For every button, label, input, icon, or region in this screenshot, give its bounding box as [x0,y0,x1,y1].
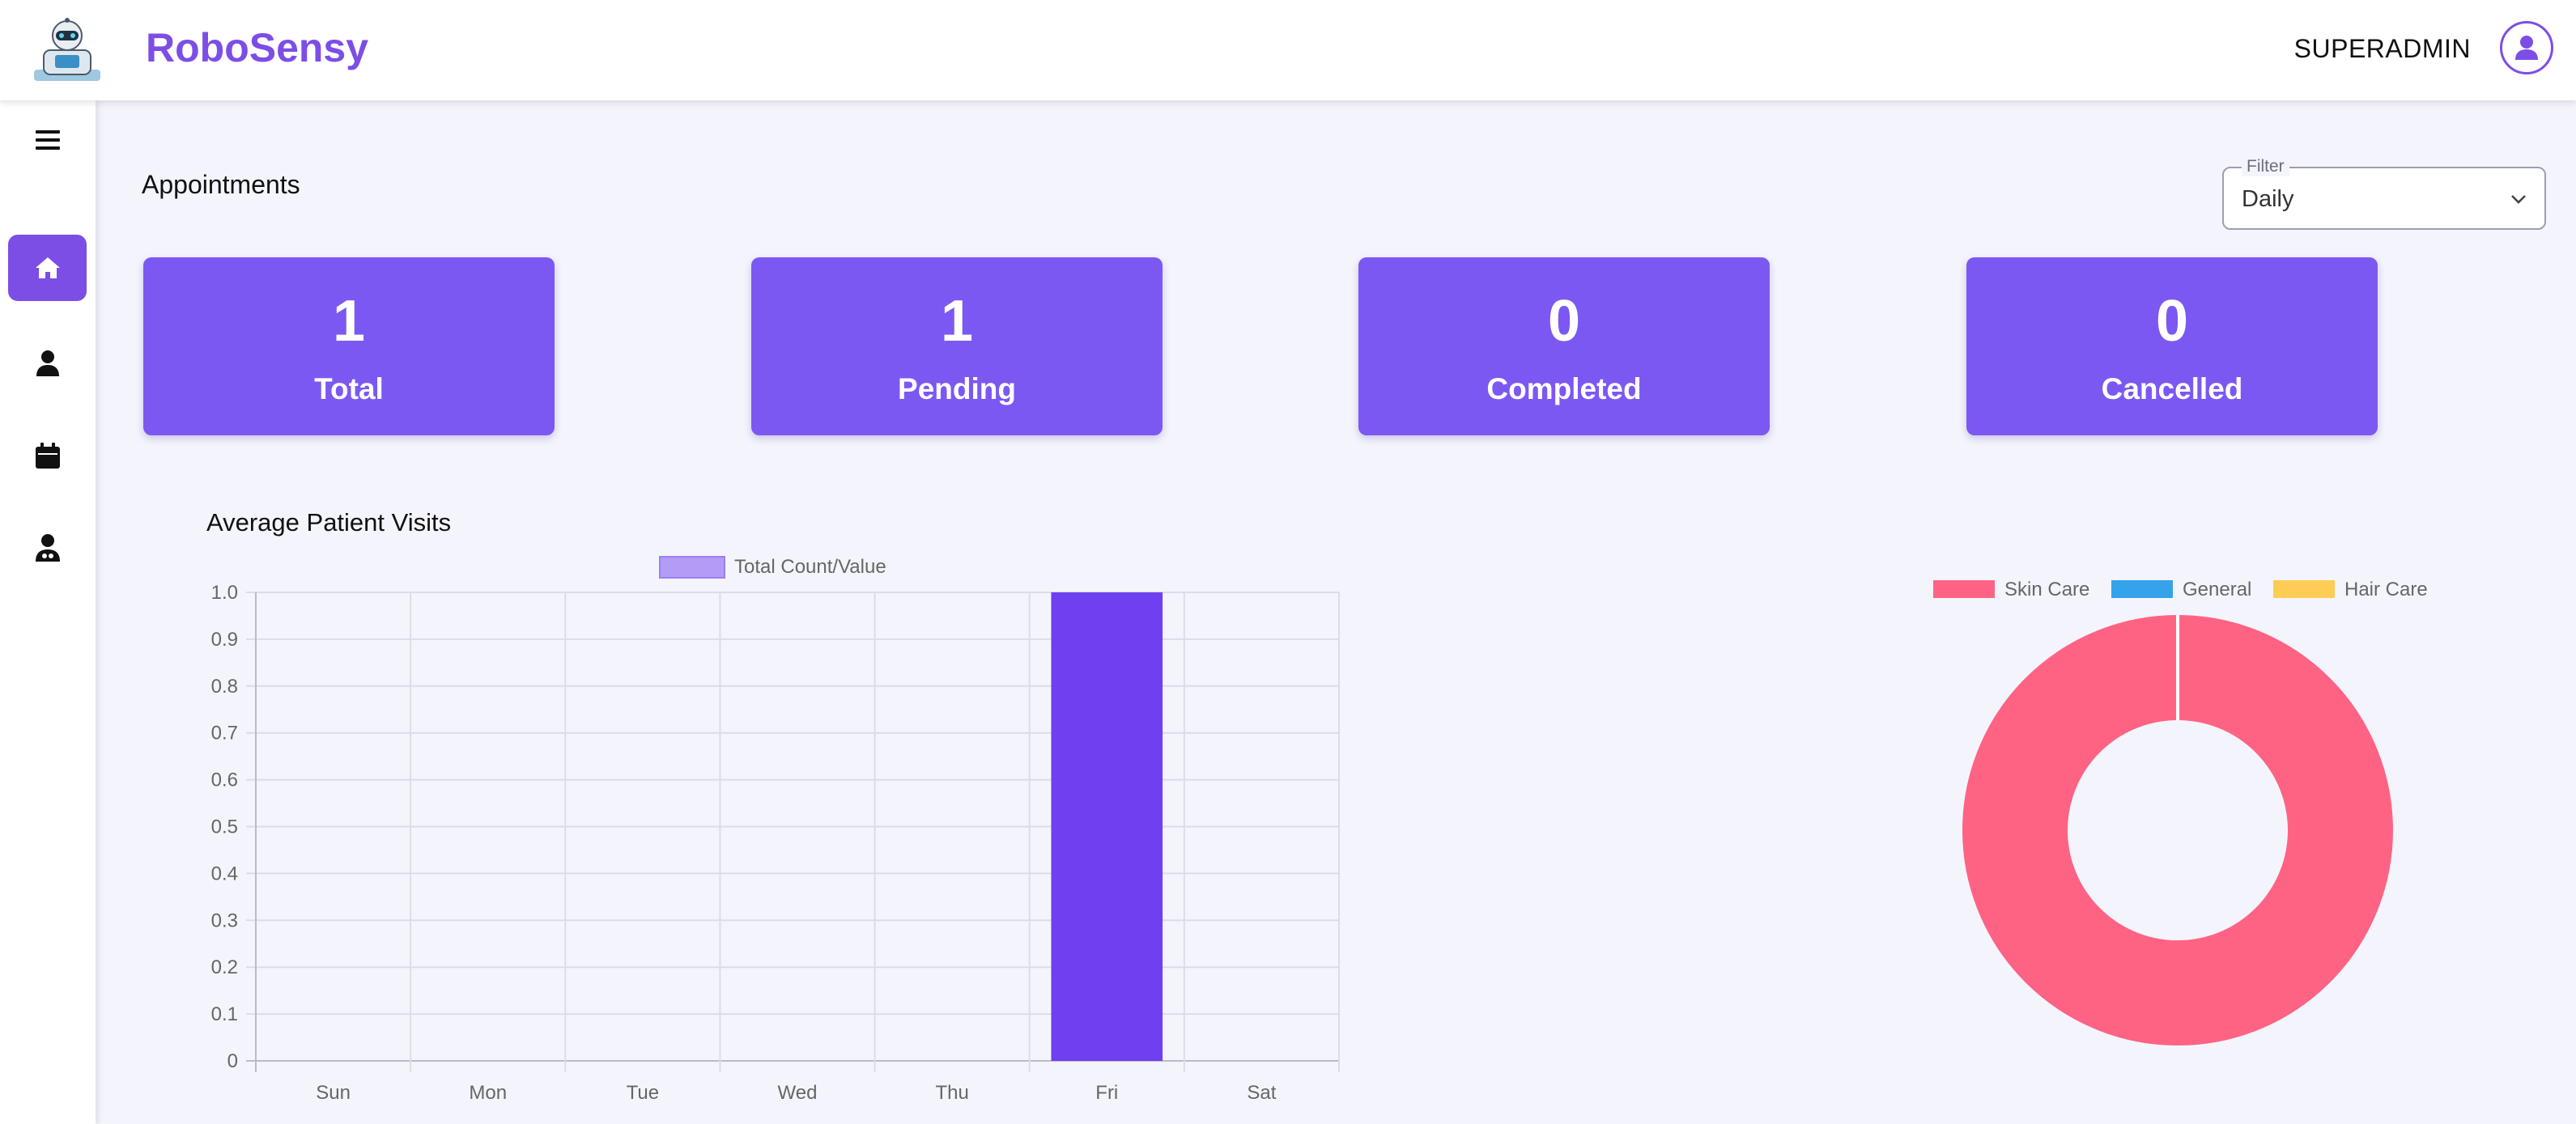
x-tick-label: Mon [469,1082,507,1104]
sidebar-item-users[interactable] [8,330,87,397]
sidebar-menu-toggle[interactable] [8,107,87,173]
calendar-icon [35,443,60,469]
stat-label: Cancelled [2101,372,2243,405]
legend-label: Total Count/Value [734,556,886,578]
chevron-down-icon [2511,195,2526,204]
top-bar: RoboSensy SUPERADMIN [0,0,2576,100]
y-tick-label: 0.5 [211,816,238,838]
x-tick-label: Wed [778,1082,818,1104]
legend-swatch [2273,580,2335,598]
robot-logo-icon [34,18,100,81]
user-icon [36,350,59,376]
x-tick-label: Fri [1095,1082,1118,1104]
y-tick-label: 1.0 [211,582,238,604]
home-icon [35,257,60,278]
filter-label: Filter [2242,157,2289,176]
filter-value: Daily [2242,186,2294,212]
y-tick-label: 0.6 [211,770,238,791]
user-name: SUPERADMIN [2293,34,2471,63]
legend-label: Skin Care [2004,579,2089,600]
doctor-icon [35,534,60,562]
legend-swatch [1933,580,1995,598]
stat-card-cancelled: 0 Cancelled [1966,257,2378,435]
x-tick-label: Sun [316,1082,351,1104]
y-tick-label: 0.7 [211,723,238,744]
y-tick-label: 0.3 [211,910,238,931]
y-tick-label: 0.4 [211,863,238,884]
stat-card-completed: 0 Completed [1358,257,1770,435]
x-tick-label: Sat [1247,1082,1276,1104]
doughnut-chart: Skin Care General Hair Care [1933,579,2428,1046]
y-tick-label: 0.9 [211,629,238,651]
stat-value: 0 [2155,289,2189,354]
hamburger-menu-icon [35,130,60,150]
sidebar-item-calendar[interactable] [8,422,87,489]
y-tick-label: 0.2 [211,956,238,978]
brand-name: RoboSensy [146,25,369,70]
sidebar-item-doctors[interactable] [8,515,87,581]
stat-label: Completed [1486,372,1642,405]
y-tick-label: 0 [227,1050,238,1072]
x-tick-label: Tue [627,1082,659,1104]
legend-label: Hair Care [2344,579,2428,600]
legend-swatch [2111,580,2173,598]
sidebar [0,100,96,1124]
user-avatar-button[interactable] [2500,21,2553,74]
legend-swatch [659,556,725,579]
sidebar-item-home[interactable] [8,235,87,301]
y-tick-label: 0.8 [211,676,238,698]
bar [1051,592,1163,1061]
stat-value: 0 [1547,289,1581,354]
legend-label: General [2183,579,2251,600]
x-tick-label: Thu [935,1082,968,1104]
y-tick-label: 0.1 [211,1003,238,1025]
bar-chart: 0 0.1 0.2 0.3 0.4 0.5 0.6 0.7 0.8 0.9 1.0 Sun Mon Tue… [211,556,1340,1104]
filter-select[interactable]: Filter Daily [2222,157,2546,230]
user-avatar-icon [2515,36,2538,60]
